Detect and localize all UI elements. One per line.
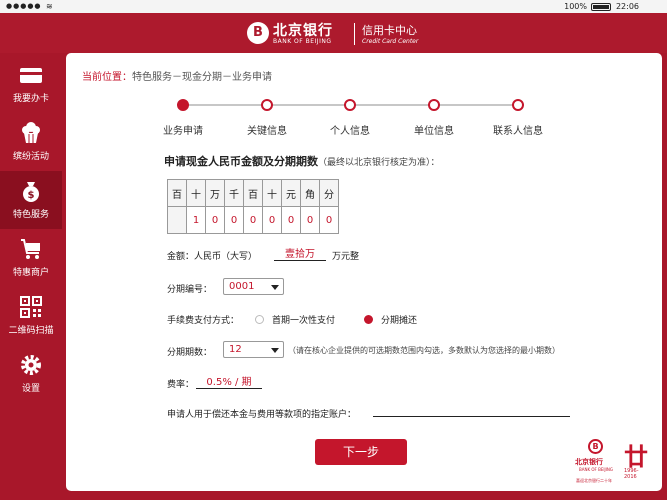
breadcrumb-path: 特色服务－现金分期－业务申请 <box>132 72 272 83</box>
fee-method-label: 手续费支付方式： <box>167 316 240 326</box>
sidebar-item-label: 设置 <box>21 384 40 394</box>
digit-cell[interactable] <box>167 206 187 234</box>
next-button[interactable]: 下一步 <box>315 439 407 465</box>
form-title-text: 申请现金人民币金额及分期期数 <box>164 155 318 168</box>
digit-header: 十 <box>186 179 206 207</box>
fee-option-upfront-radio[interactable] <box>255 315 264 324</box>
app-header: B 北京银行 BANK OF BEIJING 信用卡中心 Credit Card… <box>0 13 667 53</box>
periods-value: 12 <box>229 344 242 355</box>
account-label: 申请人用于偿还本金与费用等款项的指定账户： <box>167 410 357 420</box>
status-bar: ●●●●● ≋ 100% 22:06 <box>0 0 667 13</box>
sidebar-item-settings[interactable]: 设置 <box>0 345 62 403</box>
sidebar-item-special-services[interactable]: $ 特色服务 <box>0 171 62 229</box>
chevron-down-icon <box>271 348 279 353</box>
amount-suffix: 万元整 <box>332 252 360 262</box>
main-panel: 当前位置：特色服务－现金分期－业务申请 业务申请 关键信息 个人信息 单位信息 … <box>66 53 662 491</box>
amount-words-field[interactable]: 壹拾万 <box>274 245 326 261</box>
sidebar-item-label: 特色服务 <box>12 210 49 220</box>
installment-no-label: 分期编号： <box>167 285 213 295</box>
digit-header: 十 <box>262 179 282 207</box>
digit-cell[interactable]: 0 <box>224 206 244 234</box>
money-bag-icon: $ <box>23 182 39 202</box>
digit-header: 千 <box>224 179 244 207</box>
anniversary-glyph: 廿 <box>624 443 648 471</box>
breadcrumb-label: 当前位置： <box>82 72 132 83</box>
step-label-personal-info: 个人信息 <box>330 126 370 137</box>
sidebar-item-activities[interactable]: 缤纷活动 <box>0 113 62 171</box>
cupcake-icon <box>22 122 40 143</box>
brand-footer-logo: B 北京银行 BANK OF BEIJING <box>575 439 615 479</box>
digit-cell[interactable]: 0 <box>262 206 282 234</box>
step-label-contact-info: 联系人信息 <box>493 126 543 137</box>
anniversary-tagline: 喜迎北京银行二十年 <box>576 478 612 483</box>
digit-cell[interactable]: 1 <box>186 206 206 234</box>
step-label-apply: 业务申请 <box>163 126 203 137</box>
battery-icon <box>591 3 611 11</box>
breadcrumb: 当前位置：特色服务－现金分期－业务申请 <box>82 68 272 83</box>
center-name-en: Credit Card Center <box>362 38 419 45</box>
digit-header: 元 <box>281 179 301 207</box>
svg-text:$: $ <box>28 190 35 201</box>
sidebar: 我要办卡 缤纷活动 $ 特色服务 特惠商户 二维码扫描 设置 <box>0 53 62 500</box>
digit-header: 万 <box>205 179 225 207</box>
bank-logo-icon: B <box>588 439 603 454</box>
step-dot-personal-info <box>344 99 356 111</box>
digit-header: 百 <box>167 179 187 207</box>
digit-cell[interactable]: 0 <box>300 206 320 234</box>
battery-percent: 100% <box>564 2 587 11</box>
step-dot-key-info <box>261 99 273 111</box>
card-icon <box>20 68 42 83</box>
bank-logo-icon: B <box>247 22 269 44</box>
account-input[interactable] <box>373 416 570 417</box>
digit-cell[interactable]: 0 <box>243 206 263 234</box>
header-divider <box>354 23 355 45</box>
gear-icon <box>21 355 41 375</box>
brand-name-en: BANK OF BEIJING <box>579 467 613 472</box>
sidebar-item-label: 特惠商户 <box>12 268 49 278</box>
digit-header: 百 <box>243 179 263 207</box>
brand-name: 北京银行 <box>575 458 603 466</box>
wifi-icon: ≋ <box>46 2 53 11</box>
bank-name-cn: 北京银行 <box>273 23 333 39</box>
digit-cell[interactable]: 0 <box>281 206 301 234</box>
anniversary-years: 1996-2016 <box>624 468 639 480</box>
digit-cell[interactable]: 0 <box>319 206 339 234</box>
form-title: 申请现金人民币金额及分期期数（最终以北京银行核定为准）： <box>164 153 440 169</box>
periods-select[interactable]: 12 <box>223 341 284 358</box>
sidebar-item-apply-card[interactable]: 我要办卡 <box>0 55 62 113</box>
center-name-cn: 信用卡中心 <box>362 24 417 37</box>
sidebar-item-label: 缤纷活动 <box>12 152 49 162</box>
periods-note: （请在核心企业提供的可选期数范围内勾选，多数默认为您选择的最小期数） <box>288 346 560 355</box>
step-dot-employer-info <box>428 99 440 111</box>
anniversary-emblem: 廿 1996-2016 <box>620 437 650 480</box>
qrcode-icon <box>20 296 42 318</box>
rate-value: 0.5% / 期 <box>196 373 262 389</box>
clock: 22:06 <box>615 2 639 11</box>
chevron-down-icon <box>271 285 279 290</box>
digit-cell[interactable]: 0 <box>205 206 225 234</box>
form-title-note: （最终以北京银行核定为准）： <box>318 158 440 168</box>
step-dot-apply <box>177 99 189 111</box>
sidebar-item-label: 我要办卡 <box>12 94 49 104</box>
rate-label: 费率： <box>167 380 195 390</box>
step-label-employer-info: 单位信息 <box>414 126 454 137</box>
amount-label: 金额：人民币（大写） <box>167 252 258 262</box>
step-dot-contact-info <box>512 99 524 111</box>
fee-option-upfront-label: 首期一次性支付 <box>272 316 336 326</box>
step-label-key-info: 关键信息 <box>247 126 287 137</box>
installment-no-value: 0001 <box>229 281 255 292</box>
digit-header: 分 <box>319 179 339 207</box>
digit-header: 角 <box>300 179 320 207</box>
cart-icon <box>21 239 40 259</box>
fee-option-amortized-label: 分期摊还 <box>381 316 418 326</box>
sidebar-item-discount-merchants[interactable]: 特惠商户 <box>0 229 62 287</box>
amount-digit-grid: 百 十 万 千 百 十 元 角 分 1 0 0 0 0 0 0 0 0 <box>167 179 339 234</box>
sidebar-item-label: 二维码扫描 <box>8 326 54 336</box>
installment-no-select[interactable]: 0001 <box>223 278 284 295</box>
periods-label: 分期期数： <box>167 348 213 358</box>
bank-name-en: BANK OF BEIJING <box>273 38 332 45</box>
sidebar-item-qr-scan[interactable]: 二维码扫描 <box>0 287 62 345</box>
fee-option-amortized-radio[interactable] <box>364 315 373 324</box>
signal-indicator: ●●●●● <box>6 2 42 10</box>
